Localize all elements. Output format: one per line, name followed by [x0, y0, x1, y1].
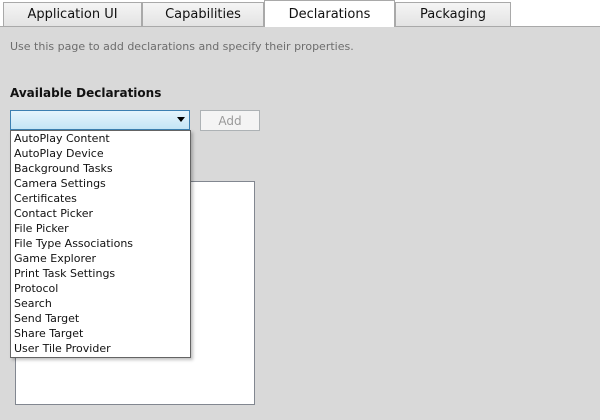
- page-description: Use this page to add declarations and sp…: [10, 40, 354, 53]
- declarations-dropdown-list[interactable]: AutoPlay Content AutoPlay Device Backgro…: [10, 130, 191, 358]
- tab-packaging[interactable]: Packaging: [395, 2, 511, 26]
- tab-capabilities[interactable]: Capabilities: [142, 2, 264, 26]
- dropdown-option-user-tile-provider[interactable]: User Tile Provider: [11, 341, 190, 356]
- tab-strip: Application UI Capabilities Declarations…: [0, 0, 600, 27]
- dropdown-option-game-explorer[interactable]: Game Explorer: [11, 251, 190, 266]
- declarations-combobox[interactable]: [10, 110, 190, 130]
- tab-application-ui[interactable]: Application UI: [3, 2, 142, 26]
- dropdown-option-send-target[interactable]: Send Target: [11, 311, 190, 326]
- dropdown-option-share-target[interactable]: Share Target: [11, 326, 190, 341]
- dropdown-option-background-tasks[interactable]: Background Tasks: [11, 161, 190, 176]
- dropdown-option-file-picker[interactable]: File Picker: [11, 221, 190, 236]
- dropdown-option-camera-settings[interactable]: Camera Settings: [11, 176, 190, 191]
- dropdown-option-autoplay-content[interactable]: AutoPlay Content: [11, 131, 190, 146]
- dropdown-option-autoplay-device[interactable]: AutoPlay Device: [11, 146, 190, 161]
- available-declarations-heading: Available Declarations: [10, 86, 162, 100]
- chevron-down-icon[interactable]: [177, 117, 185, 122]
- dropdown-option-certificates[interactable]: Certificates: [11, 191, 190, 206]
- tab-declarations[interactable]: Declarations: [264, 0, 395, 27]
- dropdown-option-file-type-associations[interactable]: File Type Associations: [11, 236, 190, 251]
- add-button[interactable]: Add: [200, 110, 260, 131]
- dropdown-option-search[interactable]: Search: [11, 296, 190, 311]
- dropdown-option-contact-picker[interactable]: Contact Picker: [11, 206, 190, 221]
- dropdown-option-protocol[interactable]: Protocol: [11, 281, 190, 296]
- dropdown-option-print-task-settings[interactable]: Print Task Settings: [11, 266, 190, 281]
